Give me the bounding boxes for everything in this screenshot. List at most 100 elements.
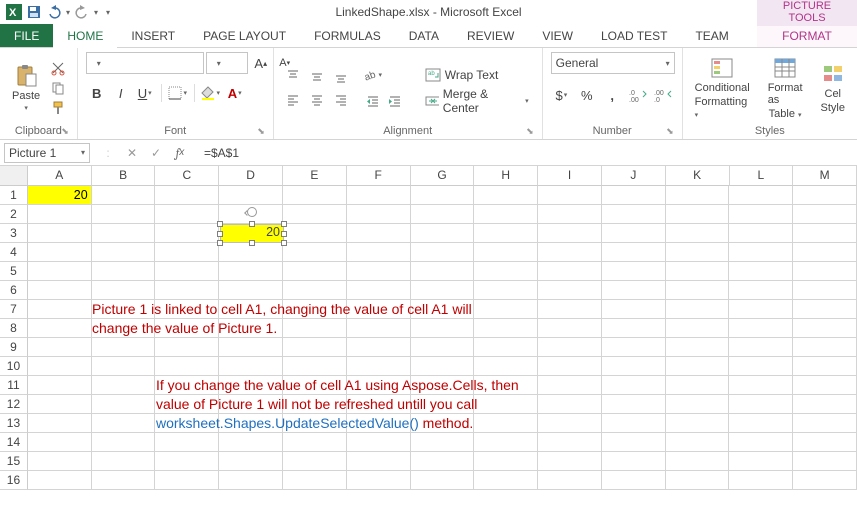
borders-icon[interactable] bbox=[167, 82, 189, 104]
cell[interactable] bbox=[155, 433, 219, 452]
clipboard-launcher-icon[interactable]: ⬊ bbox=[61, 126, 69, 137]
undo-dropdown-icon[interactable]: ▾ bbox=[66, 8, 70, 17]
cell[interactable] bbox=[92, 414, 156, 433]
row-header[interactable]: 12 bbox=[0, 395, 28, 414]
col-header[interactable]: K bbox=[666, 166, 730, 186]
cell-styles-button[interactable]: Cel Style bbox=[817, 60, 849, 116]
col-header[interactable]: L bbox=[730, 166, 794, 186]
conditional-formatting-button[interactable]: Conditional Formatting ▾ bbox=[691, 54, 754, 122]
font-size-combo[interactable]: ▾ bbox=[206, 52, 248, 74]
cell[interactable] bbox=[347, 205, 411, 224]
cell[interactable] bbox=[28, 414, 92, 433]
cell[interactable] bbox=[474, 471, 538, 490]
cell[interactable] bbox=[538, 243, 602, 262]
cell[interactable] bbox=[411, 281, 475, 300]
paste-dropdown-icon[interactable]: ▾ bbox=[24, 104, 28, 112]
cell[interactable] bbox=[666, 433, 730, 452]
cell[interactable] bbox=[92, 243, 156, 262]
cell[interactable] bbox=[666, 452, 730, 471]
cell[interactable] bbox=[474, 186, 538, 205]
resize-handle[interactable] bbox=[281, 231, 287, 237]
cell[interactable] bbox=[602, 452, 666, 471]
resize-handle[interactable] bbox=[249, 221, 255, 227]
cell[interactable] bbox=[729, 376, 793, 395]
cut-icon[interactable] bbox=[50, 60, 66, 76]
cell[interactable] bbox=[28, 224, 92, 243]
cell[interactable] bbox=[411, 224, 475, 243]
decrease-indent-icon[interactable] bbox=[362, 90, 384, 112]
cell[interactable] bbox=[793, 186, 857, 205]
row-header[interactable]: 14 bbox=[0, 433, 28, 452]
cell[interactable] bbox=[347, 186, 411, 205]
cell[interactable] bbox=[793, 262, 857, 281]
cell[interactable] bbox=[28, 319, 92, 338]
cell[interactable] bbox=[219, 357, 283, 376]
cell[interactable] bbox=[666, 357, 730, 376]
decrease-decimal-icon[interactable]: .00.0 bbox=[652, 84, 673, 106]
cell[interactable] bbox=[28, 471, 92, 490]
cell[interactable] bbox=[28, 300, 92, 319]
cell[interactable] bbox=[729, 205, 793, 224]
cell[interactable] bbox=[602, 357, 666, 376]
cell[interactable] bbox=[474, 357, 538, 376]
col-header[interactable]: I bbox=[538, 166, 602, 186]
cell[interactable] bbox=[347, 471, 411, 490]
cell[interactable] bbox=[666, 243, 730, 262]
align-top-icon[interactable] bbox=[282, 65, 304, 87]
cell[interactable] bbox=[602, 414, 666, 433]
cell[interactable] bbox=[219, 281, 283, 300]
cell[interactable] bbox=[666, 224, 730, 243]
tab-format[interactable]: FORMAT bbox=[757, 24, 857, 47]
cell[interactable] bbox=[92, 224, 156, 243]
cell[interactable] bbox=[666, 395, 730, 414]
cell[interactable] bbox=[474, 338, 538, 357]
undo-icon[interactable] bbox=[46, 4, 62, 20]
cell[interactable] bbox=[28, 376, 92, 395]
cell[interactable] bbox=[411, 262, 475, 281]
number-format-combo[interactable]: General▾ bbox=[551, 52, 675, 74]
cell[interactable] bbox=[729, 395, 793, 414]
cell[interactable] bbox=[538, 300, 602, 319]
row-header[interactable]: 4 bbox=[0, 243, 28, 262]
tab-formulas[interactable]: FORMULAS bbox=[300, 24, 395, 47]
cell[interactable] bbox=[411, 452, 475, 471]
cell[interactable] bbox=[219, 471, 283, 490]
increase-decimal-icon[interactable]: .0.00 bbox=[627, 84, 648, 106]
cell[interactable] bbox=[347, 243, 411, 262]
cell[interactable] bbox=[411, 243, 475, 262]
currency-icon[interactable]: $ bbox=[551, 84, 572, 106]
cell[interactable] bbox=[219, 338, 283, 357]
cell[interactable] bbox=[729, 357, 793, 376]
cell[interactable] bbox=[347, 357, 411, 376]
cell[interactable] bbox=[474, 300, 538, 319]
tab-team[interactable]: TEAM bbox=[681, 24, 742, 47]
col-header[interactable]: C bbox=[155, 166, 219, 186]
col-header[interactable]: E bbox=[283, 166, 347, 186]
save-icon[interactable] bbox=[26, 4, 42, 20]
cell[interactable] bbox=[28, 357, 92, 376]
cell[interactable] bbox=[474, 281, 538, 300]
font-name-combo[interactable]: ▾ bbox=[86, 52, 204, 74]
resize-handle[interactable] bbox=[249, 240, 255, 246]
align-middle-icon[interactable] bbox=[306, 65, 328, 87]
cell[interactable] bbox=[793, 471, 857, 490]
cell[interactable] bbox=[602, 338, 666, 357]
row-header[interactable]: 10 bbox=[0, 357, 28, 376]
fill-color-icon[interactable] bbox=[200, 82, 222, 104]
row-header[interactable]: 5 bbox=[0, 262, 28, 281]
tab-page-layout[interactable]: PAGE LAYOUT bbox=[189, 24, 300, 47]
cell[interactable] bbox=[666, 338, 730, 357]
increase-font-icon[interactable]: A▴ bbox=[250, 52, 272, 74]
cell[interactable] bbox=[602, 319, 666, 338]
cell[interactable] bbox=[474, 319, 538, 338]
cell[interactable] bbox=[155, 186, 219, 205]
cell[interactable] bbox=[666, 281, 730, 300]
copy-icon[interactable] bbox=[50, 80, 66, 96]
cell[interactable] bbox=[729, 243, 793, 262]
cell[interactable] bbox=[793, 433, 857, 452]
tab-insert[interactable]: INSERT bbox=[117, 24, 189, 47]
cell[interactable] bbox=[793, 243, 857, 262]
cell[interactable] bbox=[538, 281, 602, 300]
alignment-launcher-icon[interactable]: ⬊ bbox=[526, 126, 534, 137]
cell[interactable] bbox=[92, 433, 156, 452]
